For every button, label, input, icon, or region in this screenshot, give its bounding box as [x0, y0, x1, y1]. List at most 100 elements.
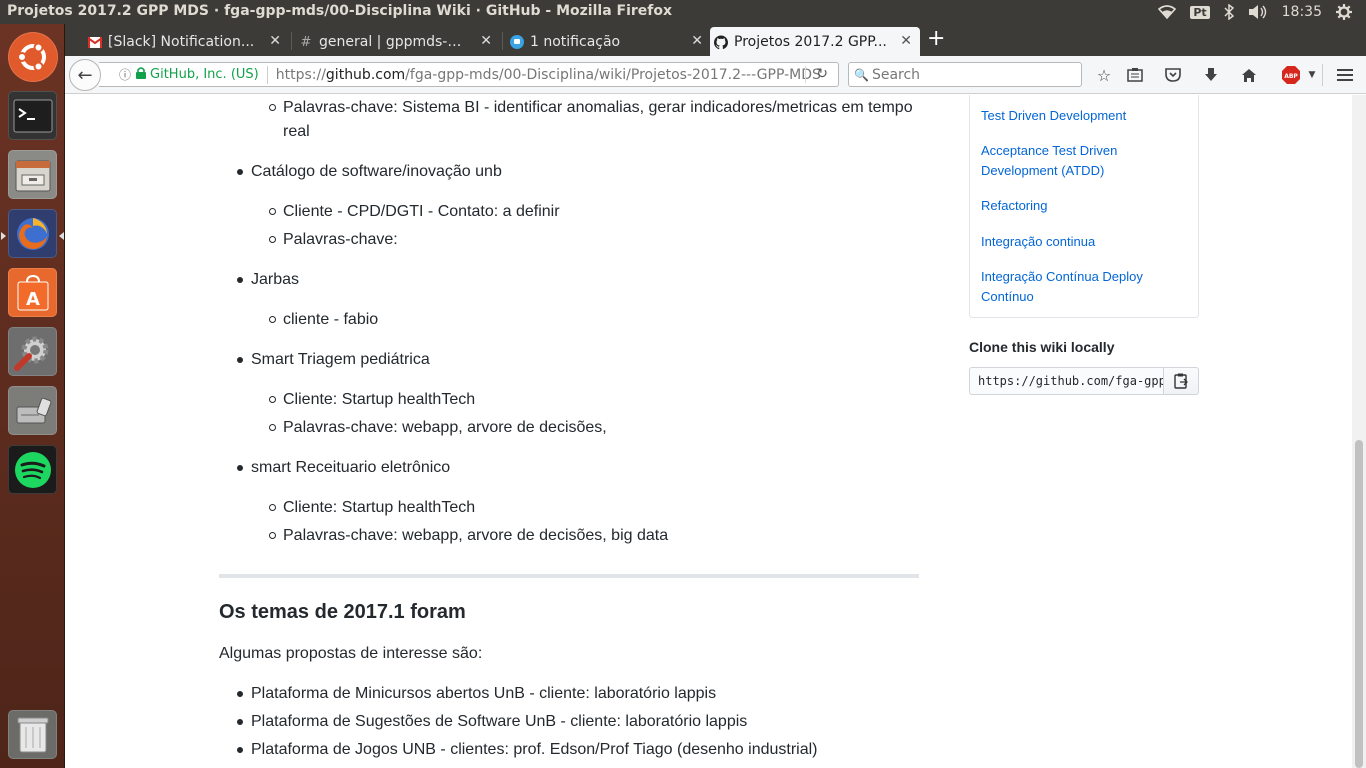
trash-icon[interactable] [8, 710, 57, 759]
github-icon [714, 35, 728, 49]
close-icon[interactable]: ✕ [691, 33, 703, 49]
list-item: Palavras-chave: webapp, arvore de decisõ… [283, 419, 607, 436]
lock-icon [136, 67, 147, 82]
list-item: Palavras-chave: webapp, arvore de decisõ… [283, 527, 669, 544]
copy-to-clipboard-button[interactable] [1163, 367, 1199, 395]
clone-url-input[interactable]: https://github.com/fga-gpp-mds/00-Discip… [969, 367, 1164, 395]
back-button[interactable]: ← [69, 59, 101, 91]
page-viewport: Palavras-chave: Sistema BI - identificar… [65, 95, 1352, 768]
volume-icon[interactable] [1248, 4, 1268, 20]
list-item: Palavras-chave: [283, 231, 398, 248]
list-bullet [269, 104, 276, 111]
scrollbar-thumb[interactable] [1355, 440, 1363, 768]
list-bullet [237, 277, 243, 283]
url-prefix: https:// [275, 66, 326, 83]
list-item: Cliente: Startup healthTech [283, 391, 476, 408]
bluetooth-icon[interactable] [1224, 4, 1234, 20]
keyboard-layout-indicator[interactable]: Pt [1190, 5, 1210, 19]
tab-separator [502, 32, 503, 50]
tab-projetos-active[interactable]: Projetos 2017.2 GPP... ✕ [710, 27, 920, 56]
adblock-dropdown-icon[interactable]: ▼ [1301, 64, 1323, 86]
downloads-icon[interactable] [1200, 64, 1222, 86]
software-center-icon[interactable]: A [8, 268, 57, 317]
list-item: Jarbas [251, 271, 300, 288]
sidebar-link-integracao-continua[interactable]: Integração continua [981, 232, 1095, 252]
list-bullet [237, 465, 243, 471]
pocket-icon[interactable] [1162, 64, 1184, 86]
list-bullet [269, 316, 276, 323]
tab-slack-notification[interactable]: [Slack] Notification... ✕ [84, 27, 289, 56]
info-icon[interactable]: ⓘ [119, 66, 131, 83]
tab-separator [291, 32, 292, 50]
url-text[interactable]: https://github.com/fga-gpp-mds/00-Discip… [276, 67, 821, 83]
search-input[interactable]: 🔍 Search [848, 62, 1082, 87]
reload-icon[interactable]: ↻ [816, 66, 828, 82]
url-path: /fga-gpp-mds/00-Disciplina/wiki/Projetos… [405, 66, 821, 83]
browser-tab-strip: [Slack] Notification... ✕ # general | gp… [65, 24, 1366, 56]
sidebar-link-tdd[interactable]: Test Driven Development [981, 106, 1126, 126]
settings-gear-icon[interactable] [1336, 4, 1352, 20]
list-item-continuation: real [283, 123, 310, 140]
home-icon[interactable] [1238, 64, 1260, 86]
list-item: Plataforma de Sugestões de Software UnB … [251, 713, 748, 730]
close-icon[interactable]: ✕ [480, 33, 492, 49]
page-scrollbar[interactable] [1352, 95, 1366, 768]
list-item: Plataforma de Minicursos abertos UnB - c… [251, 685, 717, 702]
list-item: Catálogo de software/inovação unb [251, 163, 502, 180]
abp-label: ABP [1284, 73, 1298, 80]
clock[interactable]: 18:35 [1282, 4, 1322, 20]
slack-hash-icon: # [300, 34, 312, 50]
system-tray: Pt 18:35 [1158, 0, 1366, 24]
sidebar-link-integracao-deploy-line2[interactable]: Contínuo [981, 287, 1034, 307]
ubuntu-dash-icon[interactable] [8, 32, 58, 82]
window-title: Projetos 2017.2 GPP MDS · fga-gpp-mds/00… [7, 3, 673, 19]
system-settings-icon[interactable] [8, 327, 57, 376]
intro-paragraph: Algumas propostas de interesse são: [219, 645, 483, 662]
list-item: smart Receituario eletrônico [251, 459, 451, 476]
wiki-pages-box: Test Driven Development Acceptance Test … [969, 95, 1199, 318]
sidebar-link-refactoring[interactable]: Refactoring [981, 196, 1047, 216]
firefox-icon[interactable] [8, 209, 57, 258]
back-arrow-icon: ← [77, 64, 93, 86]
tab-notificacao[interactable]: 1 notificação ✕ [506, 27, 711, 56]
list-bullet [237, 169, 243, 175]
browser-navigation-bar: ⓘ GitHub, Inc. (US) https://github.com/f… [65, 56, 1366, 94]
close-icon[interactable]: ✕ [900, 33, 912, 49]
url-bar[interactable]: ⓘ GitHub, Inc. (US) https://github.com/f… [99, 62, 839, 87]
notification-icon [510, 35, 524, 49]
list-bullet [269, 236, 276, 243]
section-heading: Os temas de 2017.1 foram [219, 601, 466, 623]
clipboard-icon [1174, 373, 1188, 389]
active-app-indicator-left [1, 232, 6, 240]
tab-label: [Slack] Notification... [108, 33, 255, 50]
url-host: github.com [325, 66, 406, 83]
sidebar-link-atdd[interactable]: Acceptance Test Driven [981, 141, 1117, 161]
list-item: Cliente - CPD/DGTI - Contato: a definir [283, 203, 560, 220]
toolbar-separator [1322, 64, 1323, 86]
list-bullet [269, 532, 276, 539]
spotify-icon[interactable] [8, 445, 57, 494]
list-bullet [269, 208, 276, 215]
gmail-icon [88, 35, 102, 49]
disk-utility-icon[interactable] [8, 386, 57, 435]
tab-label: 1 notificação [530, 33, 621, 50]
sidebar-link-integracao-deploy[interactable]: Integração Contínua Deploy [981, 267, 1143, 287]
svg-text:A: A [26, 289, 40, 310]
wifi-icon[interactable] [1158, 5, 1177, 19]
bookmark-star-icon[interactable]: ☆ [1093, 64, 1115, 86]
file-manager-icon[interactable] [8, 150, 57, 199]
sidebar-link-atdd-line2[interactable]: Development (ATDD) [981, 161, 1104, 181]
search-placeholder: Search [871, 66, 921, 83]
tab-general-slack[interactable]: # general | gppmds-ds... ✕ [295, 27, 500, 56]
list-item: Cliente: Startup healthTech [283, 499, 476, 516]
hamburger-menu-icon[interactable] [1334, 64, 1356, 86]
clone-wiki-title: Clone this wiki locally [969, 339, 1115, 355]
bookmarks-list-icon[interactable] [1124, 64, 1146, 86]
new-tab-plus-icon[interactable]: + [927, 26, 945, 51]
list-item: Plataforma de Jogos UNB - clientes: prof… [251, 741, 818, 758]
terminal-icon[interactable] [8, 91, 57, 140]
list-bullet [269, 396, 276, 403]
list-item: cliente - fabio [283, 311, 379, 328]
close-icon[interactable]: ✕ [269, 33, 281, 49]
site-identity[interactable]: GitHub, Inc. (US) [150, 67, 259, 82]
